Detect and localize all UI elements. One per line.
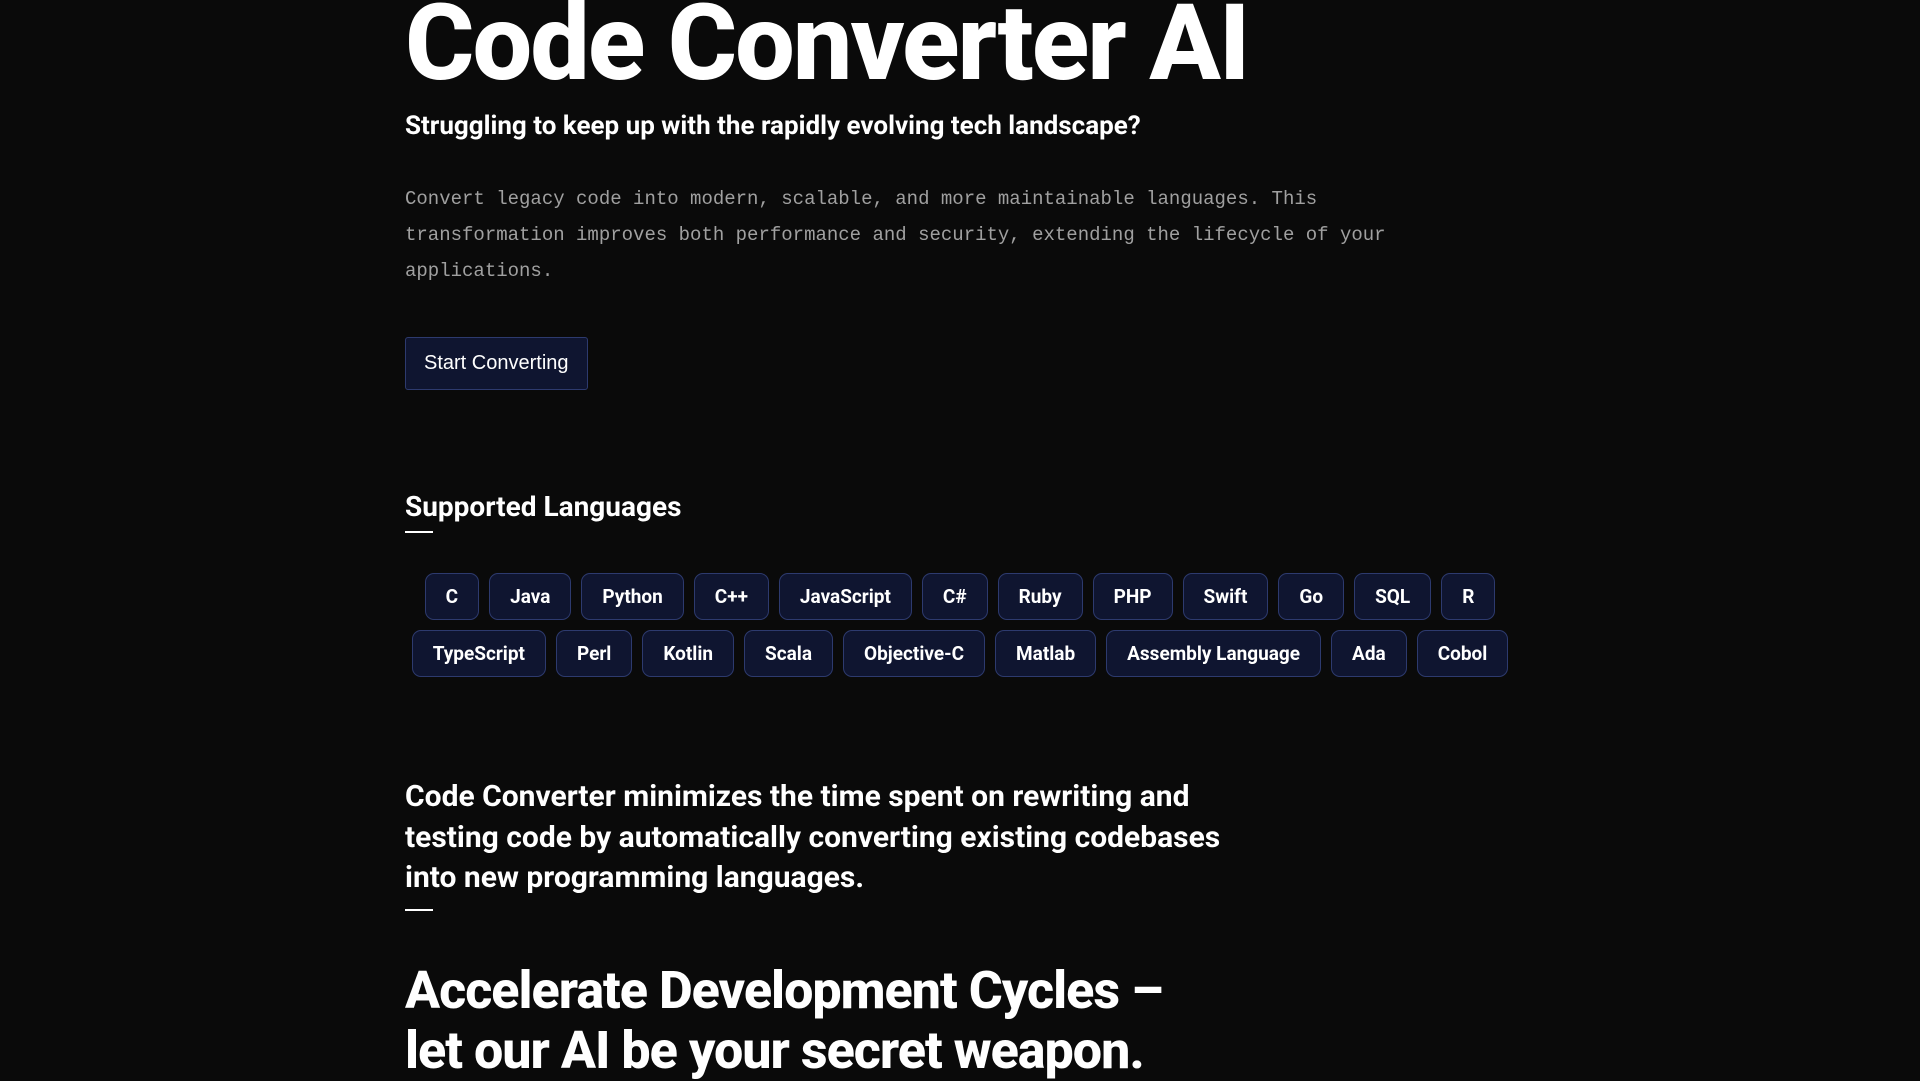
language-pill[interactable]: Go [1278,573,1344,620]
language-pill[interactable]: Assembly Language [1106,630,1321,677]
language-pill[interactable]: TypeScript [412,630,546,677]
language-pill[interactable]: Swift [1183,573,1269,620]
hero-description: Convert legacy code into modern, scalabl… [405,181,1455,289]
language-pill[interactable]: Ada [1331,630,1407,677]
language-pill[interactable]: C++ [694,573,769,620]
language-pill[interactable]: Scala [744,630,833,677]
language-pill[interactable]: JavaScript [779,573,912,620]
benefit-text: Code Converter minimizes the time spent … [405,777,1225,911]
supported-languages-heading: Supported Languages [405,490,1515,533]
language-pill[interactable]: Python [581,573,683,620]
language-grid: CJavaPythonC++JavaScriptC#RubyPHPSwiftGo… [405,573,1515,677]
hero-title: Code Converter AI [405,0,1515,96]
language-pill[interactable]: PHP [1093,573,1173,620]
language-pill[interactable]: Cobol [1417,630,1509,677]
language-pill[interactable]: C [425,573,479,620]
language-pill[interactable]: SQL [1354,573,1431,620]
language-pill[interactable]: Perl [556,630,632,677]
accelerate-title: Accelerate Development Cycles – let our … [405,961,1185,1081]
language-pill[interactable]: C# [922,573,988,620]
language-pill[interactable]: Ruby [998,573,1083,620]
language-pill[interactable]: Objective-C [843,630,985,677]
language-pill[interactable]: Kotlin [642,630,734,677]
language-pill[interactable]: Matlab [995,630,1096,677]
language-pill[interactable]: R [1441,573,1495,620]
start-converting-button[interactable]: Start Converting [405,337,588,390]
hero-subtitle: Struggling to keep up with the rapidly e… [405,111,1515,141]
language-pill[interactable]: Java [489,573,571,620]
